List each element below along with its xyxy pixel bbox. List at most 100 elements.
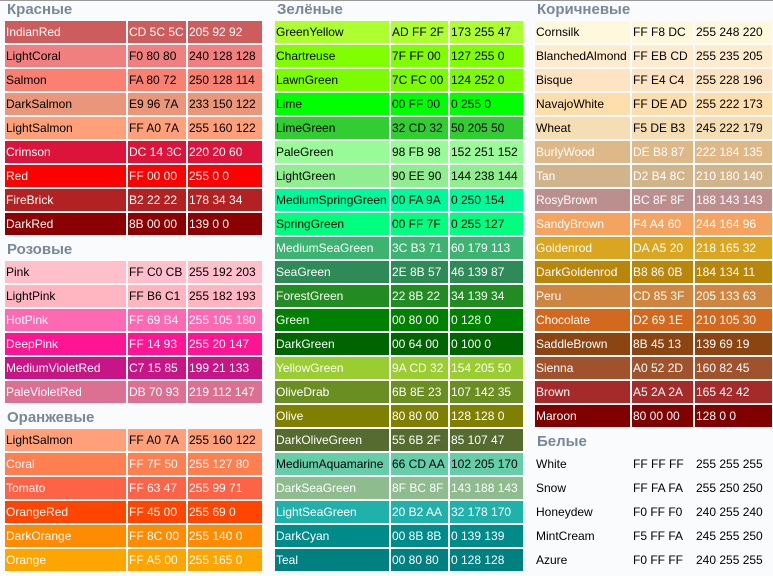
hex-value: FF FF FF: [633, 457, 684, 471]
color-name: DarkSalmon: [5, 93, 126, 115]
group-title: Зелёные: [277, 1, 343, 18]
rgb-value: 139 0 0: [188, 213, 262, 235]
color-name: OrangeRed: [5, 501, 126, 523]
color-name: LightSalmon: [5, 117, 126, 139]
hex-value: B2 22 22: [128, 189, 186, 211]
color-row: Teal 00 80 80 0 128 128: [275, 549, 525, 573]
hex-value: D2 69 1E: [632, 309, 693, 331]
color-row: Green 00 80 00 0 128 0: [275, 309, 525, 333]
color-row: PaleGreen 98 FB 98 152 251 152: [275, 141, 525, 165]
color-name: Chocolate: [535, 309, 630, 331]
color-name: PaleVioletRed: [5, 381, 126, 403]
color-name: DarkGoldenrod: [535, 261, 630, 283]
color-row: SandyBrown F4 A4 60 244 164 96: [535, 213, 773, 237]
hex-value: E9 96 7A: [128, 93, 186, 115]
hex-value: F4 A4 60: [632, 213, 693, 235]
color-row: FireBrick B2 22 22 178 34 34: [5, 189, 264, 213]
hex-value: F0 FF FF: [633, 553, 683, 567]
color-name: Sienna: [535, 357, 630, 379]
color-row: Olive 80 80 00 128 128 0: [275, 405, 525, 429]
color-row: LawnGreen 7C FC 00 124 252 0: [275, 69, 525, 93]
color-name: Green: [275, 309, 389, 331]
color-name: DarkCyan: [275, 525, 389, 547]
rgb-value: 255 127 80: [188, 453, 262, 475]
hex-value: BC 8F 8F: [632, 189, 693, 211]
hex-value: F5 DE B3: [632, 117, 693, 139]
color-group: Красные IndianRed CD 5C 5C 205 92 92 LightCo…: [5, 1, 264, 237]
hex-value: F0 80 80: [128, 45, 186, 67]
hex-value: B8 86 0B: [632, 261, 693, 283]
rgb-value: 255 99 71: [188, 477, 262, 499]
color-row: Wheat F5 DE B3 245 222 179: [535, 117, 773, 141]
color-name: Goldenrod: [535, 237, 630, 259]
color-row: IndianRed CD 5C 5C 205 92 92: [5, 21, 264, 45]
color-row: Crimson DC 14 3C 220 20 60: [5, 141, 264, 165]
color-name: Tan: [535, 165, 630, 187]
color-row: Lime 00 FF 00 0 255 0: [275, 93, 525, 117]
color-group: Зелёные GreenYellow AD FF 2F 173 255 47 Char…: [275, 1, 525, 573]
rgb-value: 205 92 92: [188, 21, 262, 43]
rgb-value: 173 255 47: [450, 21, 523, 43]
rgb-value: 160 82 45: [695, 357, 772, 379]
rgb-value: 0 139 139: [450, 525, 523, 547]
color-name: Cornsilk: [535, 21, 630, 43]
hex-value: CD 85 3F: [632, 285, 693, 307]
color-row: LightSalmon FF A0 7A 255 160 122: [5, 117, 264, 141]
rgb-value: 255 235 205: [695, 45, 772, 67]
rgb-value: 0 250 154: [450, 189, 523, 211]
color-name: MediumSpringGreen: [275, 189, 389, 211]
hex-value: 8B 45 13: [632, 333, 693, 355]
color-row: GreenYellow AD FF 2F 173 255 47: [275, 21, 525, 45]
color-row: SeaGreen 2E 8B 57 46 139 87: [275, 261, 525, 285]
hex-value: 90 EE 90: [391, 165, 448, 187]
group-title: Красные: [7, 1, 73, 18]
color-name: SandyBrown: [535, 213, 630, 235]
hex-value: 6B 8E 23: [391, 381, 448, 403]
color-name: Peru: [535, 285, 630, 307]
color-name: Salmon: [5, 69, 126, 91]
hex-value: FF 14 93: [128, 333, 186, 355]
rgb-value: 0 255 0: [450, 93, 523, 115]
color-name: Wheat: [535, 117, 630, 139]
hex-value: 7F FF 00: [391, 45, 448, 67]
color-row: Maroon 80 00 00 128 0 0: [535, 405, 773, 429]
rgb-value: 205 133 63: [695, 285, 772, 307]
color-row: MediumAquamarine 66 CD AA 102 205 170: [275, 453, 525, 477]
rgb-value: 102 205 170: [450, 453, 523, 475]
rgb-value: 222 184 135: [695, 141, 772, 163]
color-name: PaleGreen: [275, 141, 389, 163]
hex-value: D2 B4 8C: [632, 165, 693, 187]
color-row: Chocolate D2 69 1E 210 105 30: [535, 309, 773, 333]
hex-value: FF FA FA: [633, 481, 684, 495]
hex-value: FF B6 C1: [128, 285, 186, 307]
rgb-value: 152 251 152: [450, 141, 523, 163]
color-group: Оранжевые LightSalmon FF A0 7A 255 160 122 C…: [5, 405, 264, 573]
hex-value: 2E 8B 57: [391, 261, 448, 283]
color-row: Tan D2 B4 8C 210 180 140: [535, 165, 773, 189]
hex-value: FA 80 72: [128, 69, 186, 91]
color-row: DarkRed 8B 00 00 139 0 0: [5, 213, 264, 237]
color-row: Goldenrod DA A5 20 218 165 32: [535, 237, 773, 261]
color-name: FireBrick: [5, 189, 126, 211]
rgb-value: 244 164 96: [695, 213, 772, 235]
hex-value: C7 15 85: [128, 357, 186, 379]
color-name: Snow: [536, 481, 567, 495]
color-name: BlanchedAlmond: [535, 45, 630, 67]
color-name: SeaGreen: [275, 261, 389, 283]
hex-value: FF A0 7A: [128, 429, 186, 451]
color-name: Crimson: [5, 141, 126, 163]
rgb-value: 188 143 143: [695, 189, 772, 211]
color-row: DarkCyan 00 8B 8B 0 139 139: [275, 525, 525, 549]
color-name: DarkOliveGreen: [275, 429, 389, 451]
hex-value: FF F8 DC: [632, 21, 693, 43]
hex-value: A0 52 2D: [632, 357, 693, 379]
color-row: LightGreen 90 EE 90 144 238 144: [275, 165, 525, 189]
rgb-value: 220 20 60: [188, 141, 262, 163]
rgb-value: 255 192 203: [188, 261, 262, 283]
group-title: Оранжевые: [7, 409, 95, 426]
color-name: GreenYellow: [275, 21, 389, 43]
color-row: DarkGreen 00 64 00 0 100 0: [275, 333, 525, 357]
rgb-value: 0 255 127: [450, 213, 523, 235]
color-name: Maroon: [535, 405, 630, 427]
rgb-value: 255 69 0: [188, 501, 262, 523]
